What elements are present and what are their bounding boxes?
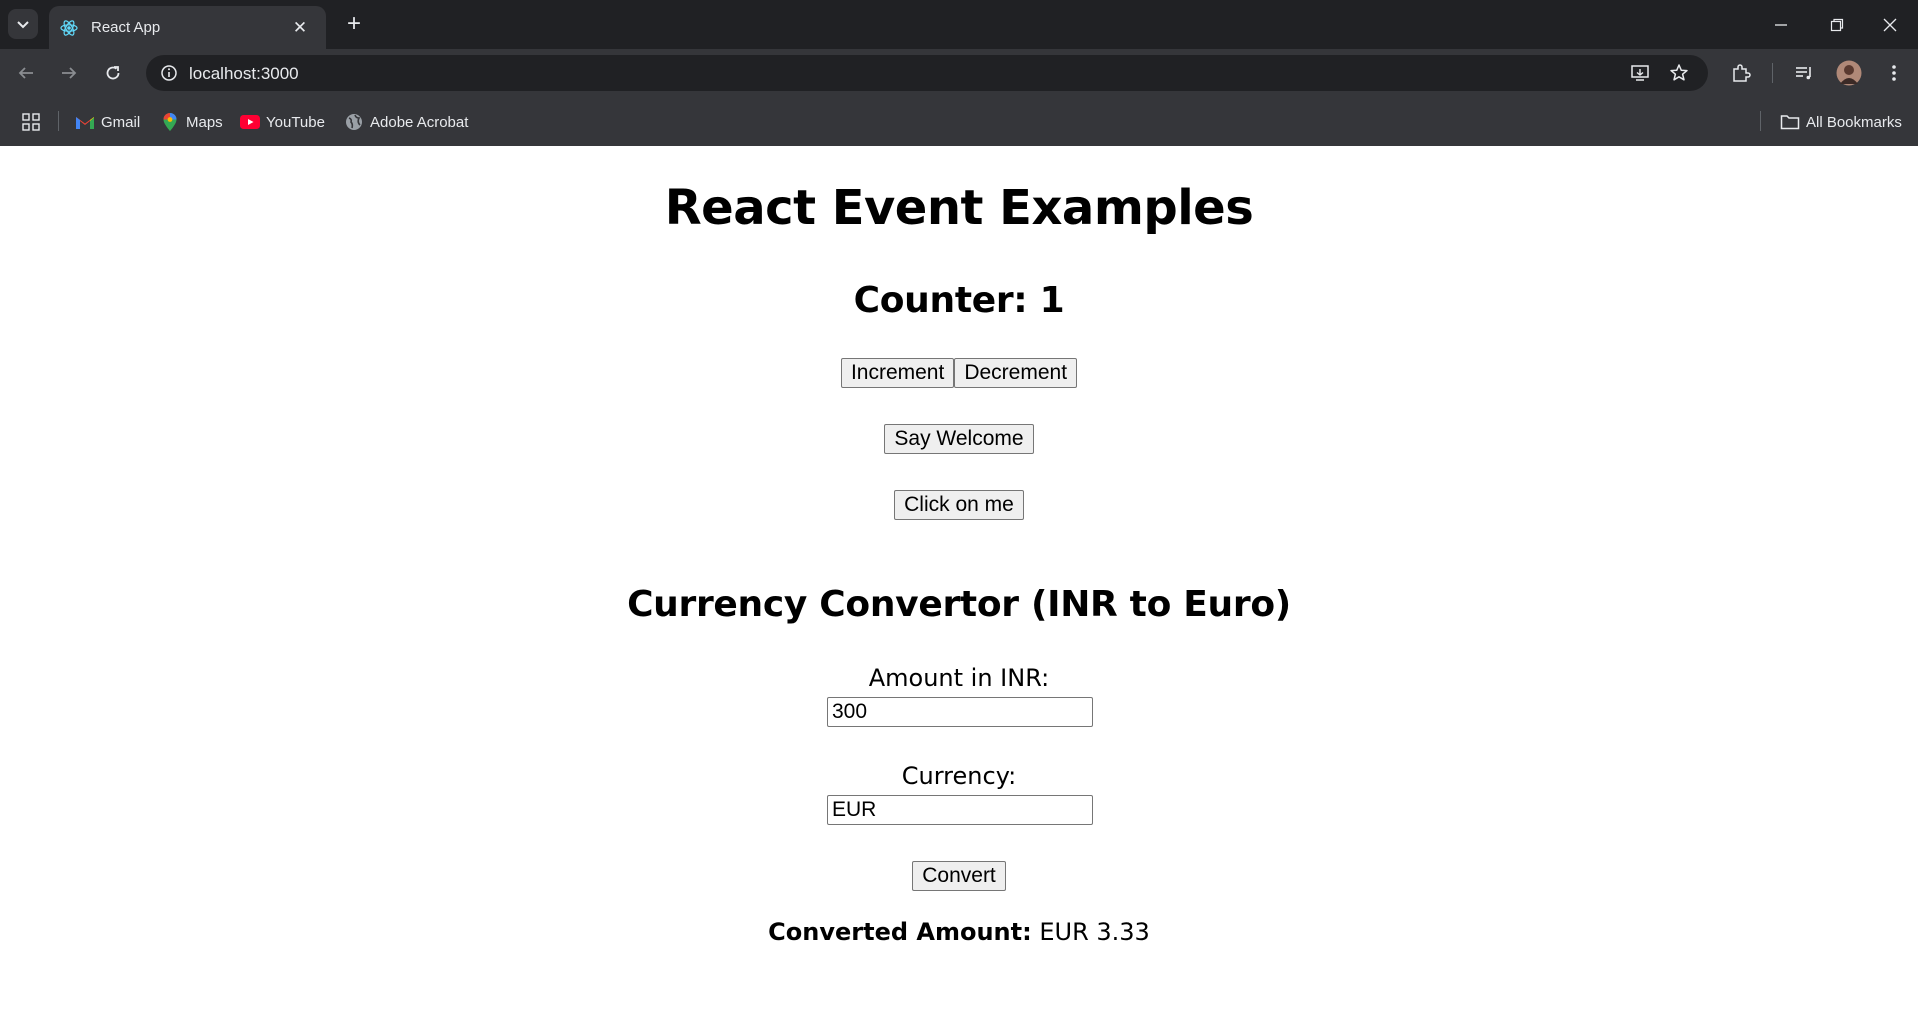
bookmark-label: Maps bbox=[186, 113, 223, 131]
kebab-menu-icon bbox=[1892, 65, 1896, 81]
bookmark-youtube[interactable]: YouTube bbox=[240, 111, 325, 133]
gmail-icon bbox=[75, 112, 95, 132]
currency-label: Currency: bbox=[901, 762, 1017, 790]
tab-title: React App bbox=[91, 19, 161, 36]
avatar bbox=[1836, 60, 1862, 86]
increment-button[interactable]: Increment bbox=[840, 358, 955, 388]
browser-toolbar: localhost:3000 bbox=[0, 49, 1918, 97]
say-welcome-button[interactable]: Say Welcome bbox=[884, 424, 1034, 454]
chevron-down-icon bbox=[17, 21, 29, 29]
reload-icon bbox=[106, 66, 120, 80]
bookmarks-bar: Gmail Maps YouTube Adobe Acrobat All Boo… bbox=[0, 97, 1918, 146]
address-url: localhost:3000 bbox=[189, 64, 299, 83]
converter-heading: Currency Convertor (INR to Euro) bbox=[627, 584, 1291, 625]
bookmark-label: YouTube bbox=[266, 113, 325, 131]
convert-row: Convert bbox=[0, 861, 1918, 891]
forward-button[interactable] bbox=[54, 58, 84, 88]
bookmark-label: Adobe Acrobat bbox=[370, 113, 469, 131]
tab-close-icon[interactable]: ✕ bbox=[288, 18, 312, 38]
back-button[interactable] bbox=[11, 58, 41, 88]
minimize-icon bbox=[1775, 23, 1787, 26]
bookmark-label: Gmail bbox=[101, 113, 141, 131]
all-bookmarks-button[interactable]: All Bookmarks bbox=[1780, 111, 1902, 133]
toolbar-divider bbox=[1772, 63, 1773, 83]
bookmarks-divider bbox=[58, 111, 59, 131]
bookmark-maps[interactable]: Maps bbox=[160, 111, 223, 133]
converted-amount-value: EUR 3.33 bbox=[1039, 918, 1150, 946]
site-info-icon[interactable] bbox=[158, 62, 180, 84]
all-bookmarks-label: All Bookmarks bbox=[1806, 113, 1902, 131]
bookmark-adobe-acrobat[interactable]: Adobe Acrobat bbox=[344, 111, 468, 133]
welcome-row: Say Welcome bbox=[0, 424, 1918, 454]
close-window-button[interactable] bbox=[1862, 0, 1918, 49]
converted-amount-label: Converted Amount: bbox=[768, 918, 1032, 946]
minimize-button[interactable] bbox=[1753, 0, 1809, 49]
browser-menu-button[interactable] bbox=[1881, 60, 1907, 86]
install-app-icon[interactable] bbox=[1629, 62, 1651, 84]
bookmarks-divider bbox=[1760, 111, 1761, 131]
currency-input[interactable] bbox=[827, 795, 1093, 825]
profile-avatar-button[interactable] bbox=[1836, 60, 1862, 86]
counter-buttons: Increment Decrement bbox=[0, 358, 1918, 388]
page-title: React Event Examples bbox=[664, 180, 1254, 236]
reload-button[interactable] bbox=[98, 58, 128, 88]
page-content: React Event Examples Counter: 1 Incremen… bbox=[0, 146, 1918, 1010]
tab-search-button[interactable] bbox=[8, 9, 38, 39]
click-on-me-button[interactable]: Click on me bbox=[894, 490, 1024, 520]
maps-icon bbox=[160, 112, 180, 132]
react-logo-icon bbox=[60, 19, 78, 36]
convert-button[interactable]: Convert bbox=[912, 861, 1006, 891]
tab-strip: React App ✕ + bbox=[0, 0, 1918, 49]
extensions-button[interactable] bbox=[1728, 60, 1754, 86]
converted-amount: Converted Amount: EUR 3.33 bbox=[0, 918, 1918, 946]
address-bar[interactable]: localhost:3000 bbox=[146, 55, 1708, 91]
decrement-button[interactable]: Decrement bbox=[954, 358, 1078, 388]
counter-heading: Counter: 1 bbox=[853, 280, 1065, 321]
browser-tab[interactable]: React App ✕ bbox=[49, 6, 326, 49]
forward-arrow-icon bbox=[62, 67, 77, 79]
new-tab-button[interactable]: + bbox=[339, 9, 369, 39]
close-icon bbox=[1883, 18, 1897, 31]
media-queue-icon bbox=[1796, 67, 1811, 80]
youtube-icon bbox=[240, 112, 260, 132]
amount-input[interactable] bbox=[827, 697, 1093, 727]
apps-grid-icon bbox=[22, 113, 40, 131]
media-control-button[interactable] bbox=[1791, 60, 1817, 86]
folder-icon bbox=[1780, 112, 1800, 132]
restore-icon bbox=[1830, 18, 1844, 31]
back-arrow-icon bbox=[18, 67, 33, 79]
globe-icon bbox=[344, 112, 364, 132]
apps-button[interactable] bbox=[21, 111, 41, 133]
amount-label: Amount in INR: bbox=[868, 664, 1050, 692]
bookmark-star-icon[interactable] bbox=[1668, 62, 1690, 84]
restore-button[interactable] bbox=[1809, 0, 1865, 49]
bookmark-gmail[interactable]: Gmail bbox=[75, 111, 140, 133]
click-row: Click on me bbox=[0, 490, 1918, 520]
puzzle-icon bbox=[1733, 64, 1751, 82]
